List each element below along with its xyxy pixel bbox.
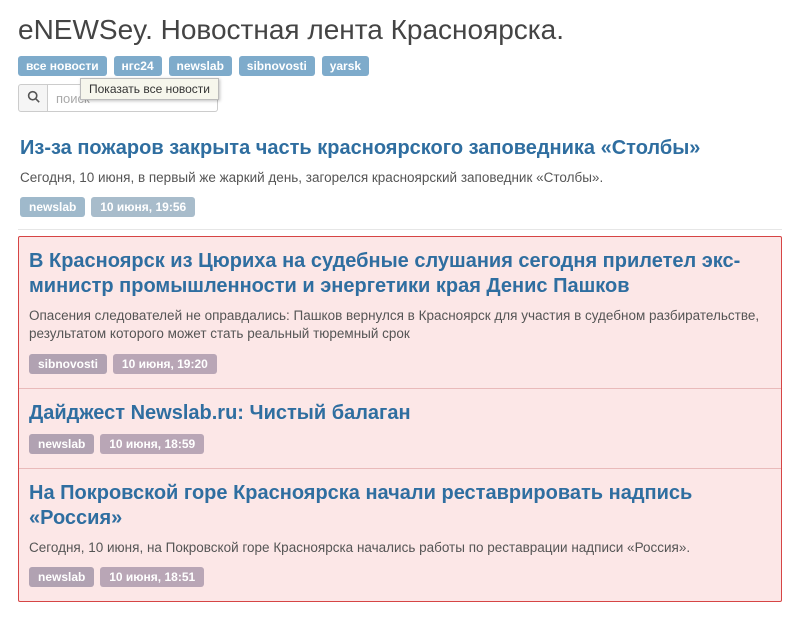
page-title: eNEWSey. Новостная лента Красноярска. [18, 14, 782, 46]
filter-yarsk[interactable]: yarsk [322, 56, 369, 76]
time-badge: 10 июня, 18:51 [100, 567, 204, 587]
source-badge[interactable]: newslab [29, 434, 94, 454]
filter-all[interactable]: все новости [18, 56, 107, 76]
filter-bar: все новости нгс24 newslab sibnovosti yar… [18, 56, 782, 76]
time-badge: 10 июня, 19:56 [91, 197, 195, 217]
highlighted-group: В Красноярск из Цюриха на судебные слуша… [18, 236, 782, 602]
tooltip: Показать все новости [80, 78, 219, 100]
article-summary: Сегодня, 10 июня, в первый же жаркий ден… [20, 169, 780, 187]
time-badge: 10 июня, 19:20 [113, 354, 217, 374]
article: Из-за пожаров закрыта часть красноярског… [18, 126, 782, 230]
article-title[interactable]: Из-за пожаров закрыта часть красноярског… [20, 136, 780, 161]
time-badge: 10 июня, 18:59 [100, 434, 204, 454]
article-summary: Опасения следователей не оправдались: Па… [29, 307, 771, 343]
search-button[interactable] [18, 84, 48, 112]
article-summary: Сегодня, 10 июня, на Покровской горе Кра… [29, 539, 771, 557]
filter-ngs24[interactable]: нгс24 [114, 56, 162, 76]
source-badge[interactable]: sibnovosti [29, 354, 107, 374]
source-badge[interactable]: newslab [29, 567, 94, 587]
article-title[interactable]: На Покровской горе Красноярска начали ре… [29, 481, 771, 531]
article-title[interactable]: Дайджест Newslab.ru: Чистый балаган [29, 401, 771, 426]
filter-newslab[interactable]: newslab [169, 56, 232, 76]
article: Дайджест Newslab.ru: Чистый балаган news… [19, 389, 781, 469]
search-icon [27, 90, 40, 106]
article: В Красноярск из Цюриха на судебные слуша… [19, 237, 781, 388]
article-title[interactable]: В Красноярск из Цюриха на судебные слуша… [29, 249, 771, 299]
filter-sibnovosti[interactable]: sibnovosti [239, 56, 315, 76]
source-badge[interactable]: newslab [20, 197, 85, 217]
article: На Покровской горе Красноярска начали ре… [19, 469, 781, 601]
search-row: Показать все новости [18, 84, 782, 112]
